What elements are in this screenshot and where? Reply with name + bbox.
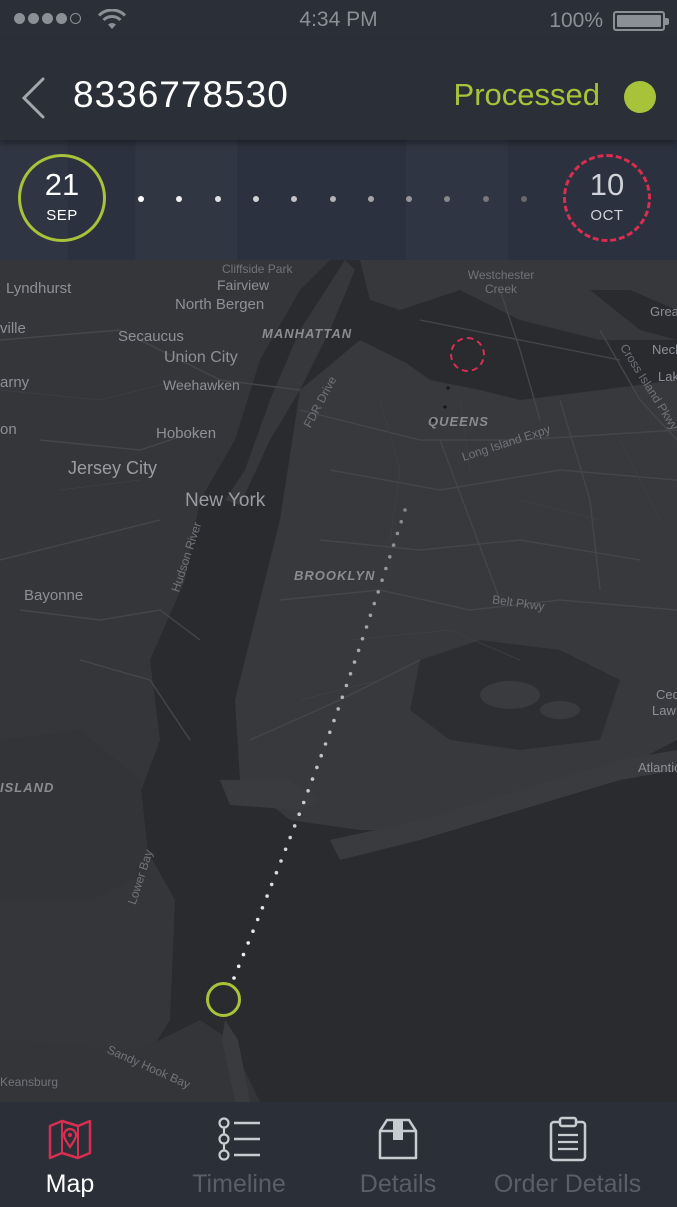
map-label: Weehawken [163, 377, 240, 393]
map-label: arny [0, 374, 30, 391]
progress-dot [214, 196, 221, 202]
map-label: New York [185, 490, 266, 511]
progress-dot [176, 196, 183, 202]
status-label: Processed [453, 77, 600, 112]
progress-dot [252, 196, 259, 202]
map-label: on [0, 421, 17, 438]
tab-label: Map [45, 1170, 95, 1198]
origin-marker[interactable] [206, 982, 241, 1017]
map-view[interactable]: Lyndhurst ville arny on Cliffside Park F… [0, 140, 677, 1102]
chevron-left-icon[interactable] [18, 75, 48, 121]
map-label: Jersey City [68, 458, 158, 478]
header: 8336778530 Processed [0, 40, 677, 140]
start-month: SEP [46, 207, 78, 224]
map-label: Cliffside Park [222, 262, 293, 276]
destination-marker[interactable] [450, 337, 485, 372]
map-label: ville [0, 320, 26, 337]
tab-label: Timeline [192, 1170, 286, 1198]
map-label: Grea [650, 304, 677, 319]
page-title: 8336778530 [73, 74, 289, 115]
start-date-badge[interactable]: 21 SEP [18, 154, 106, 242]
end-day: 10 [589, 167, 625, 202]
map-label: Secaucus [118, 328, 184, 345]
tab-order-details[interactable]: Order Details [458, 1102, 677, 1207]
map-label: BROOKLYN [294, 568, 376, 583]
tab-details[interactable]: Details [338, 1102, 458, 1207]
battery-icon [613, 11, 669, 31]
progress-dot [291, 196, 298, 202]
progress-dot [521, 196, 527, 202]
battery-percentage: 100% [549, 9, 603, 32]
progress-dot [482, 196, 489, 202]
tab-timeline[interactable]: Timeline [140, 1102, 338, 1207]
map-label: MANHATTAN [262, 326, 353, 341]
progress-dot [329, 196, 336, 202]
map-label: Westchester Creek [467, 268, 535, 296]
end-date-badge[interactable]: 10 OCT [563, 154, 651, 242]
map-label: Lyndhurst [6, 280, 72, 297]
map-label: Hoboken [156, 425, 217, 442]
timeline-list-icon [218, 1117, 260, 1161]
progress-dot [138, 196, 144, 202]
map-label: Lak [658, 369, 677, 384]
map-icon [48, 1119, 92, 1160]
start-day: 21 [44, 167, 80, 202]
tab-label: Details [359, 1170, 437, 1198]
box-icon [378, 1118, 418, 1160]
progress-dot [444, 196, 451, 202]
tab-label: Order Details [493, 1170, 642, 1198]
map-label: Atlantic [638, 760, 677, 775]
clipboard-icon [549, 1116, 586, 1162]
date-range-strip: 21 SEP 10 OCT [0, 140, 677, 260]
map-label: Fairview [217, 277, 270, 293]
bottom-tab-bar: Map Timeline Details Order Details [0, 1102, 677, 1207]
map-label: North Bergen [175, 296, 265, 313]
map-label: QUEENS [428, 414, 489, 429]
end-month: OCT [590, 207, 624, 224]
map-label: Union City [164, 349, 238, 366]
map-label: Neck [652, 342, 677, 357]
map-label: ISLAND [0, 780, 55, 795]
date-progress-dots [130, 196, 530, 202]
progress-dot [367, 196, 374, 202]
map-label: Bayonne [24, 587, 84, 604]
map-background [0, 140, 677, 1102]
map-label: Ced [656, 687, 677, 702]
status-indicator-dot [624, 81, 656, 113]
status-bar: 4:34 PM 100% [0, 0, 677, 40]
map-label: Keansburg [0, 1075, 59, 1089]
progress-dot [406, 196, 413, 202]
map-label: Law [652, 703, 676, 718]
tab-map[interactable]: Map [0, 1102, 140, 1207]
